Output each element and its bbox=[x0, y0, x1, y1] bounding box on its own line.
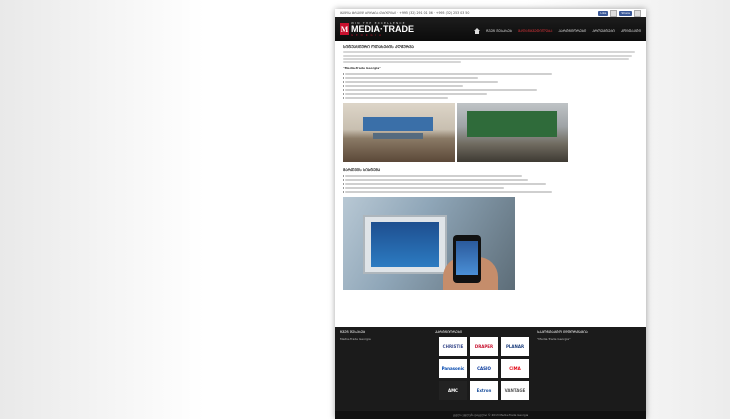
footer-partners: ᲞᲐᲠᲢᲜᲘᲝᲠᲔᲑᲘ CHRISTIE DRAPER PLANAR Panas… bbox=[435, 330, 529, 416]
video-wall-photo bbox=[457, 103, 568, 163]
social-icon[interactable] bbox=[610, 9, 618, 17]
contact-info: ᲛᲔᲓᲘᲐ ᲢᲠᲔᲘᲓ ᲯᲝᲠᲯᲘᲐ ᲗᲑᲘᲚᲘᲡᲘ · +995 (32) 2… bbox=[340, 11, 470, 15]
section-subtitle: ᲛᲐᲠᲗᲕᲘᲡ ᲡᲘᲡᲢᲔᲛᲐ bbox=[343, 167, 381, 173]
partner-logos: CHRISTIE DRAPER PLANAR Panasonic CASIO C… bbox=[439, 337, 529, 400]
brand-logo[interactable]: DRAPER bbox=[470, 337, 498, 356]
social-links: Like Share bbox=[598, 9, 641, 17]
website-page: ᲛᲔᲓᲘᲐ ᲢᲠᲔᲘᲓ ᲯᲝᲠᲯᲘᲐ ᲗᲑᲘᲚᲘᲡᲘ · +995 (32) 2… bbox=[335, 9, 646, 419]
site-logo[interactable]: M WIN THE EXCELLENCE MEDIA·TRADE GEORGIA bbox=[340, 21, 414, 37]
nav-item-contact[interactable]: ᲙᲝᲜᲢᲐᲥᲢᲘ bbox=[621, 29, 641, 34]
brand-logo[interactable]: CASIO bbox=[470, 359, 498, 378]
copyright: ყველა უფლება დაცულია © 2013 Media-Trade … bbox=[335, 411, 646, 419]
nav-item-about[interactable]: ᲩᲕᲔᲜ ᲨᲔᲡᲐᲮᲔᲑ bbox=[486, 29, 512, 34]
brand-logo[interactable]: AMC bbox=[439, 381, 467, 400]
footer-about: ᲩᲕᲔᲜ ᲨᲔᲡᲐᲮᲔᲑ Media-Trade Georgia bbox=[340, 330, 435, 416]
control-room-images bbox=[343, 103, 638, 163]
footer-about-heading: ᲩᲕᲔᲜ ᲨᲔᲡᲐᲮᲔᲑ bbox=[340, 330, 366, 334]
brand-logo[interactable]: Extron bbox=[470, 381, 498, 400]
main-content: ᲡᲘᲢᲣᲐᲪᲘᲣᲠᲘ ᲝᲗᲐᲮᲔᲑᲘᲡ ᲐᲦᲭᲣᲠᲕᲐ "Media-Trade… bbox=[335, 41, 646, 292]
footer-contact-text: "Media-Trade Georgia" bbox=[537, 337, 571, 341]
nav-item-projects[interactable]: ᲞᲠᲝᲔᲥᲢᲔᲑᲘ bbox=[592, 29, 615, 34]
home-icon[interactable] bbox=[474, 28, 481, 34]
control-room-photo bbox=[343, 103, 455, 163]
page-title: ᲡᲘᲢᲣᲐᲪᲘᲣᲠᲘ ᲝᲗᲐᲮᲔᲑᲘᲡ ᲐᲦᲭᲣᲠᲕᲐ bbox=[343, 44, 414, 49]
touch-panel-photo bbox=[343, 197, 515, 291]
brand-logo[interactable]: CIMA bbox=[501, 359, 529, 378]
footer-partners-heading: ᲞᲐᲠᲢᲜᲘᲝᲠᲔᲑᲘ bbox=[435, 330, 463, 334]
site-footer: ᲩᲕᲔᲜ ᲨᲔᲡᲐᲮᲔᲑ Media-Trade Georgia ᲞᲐᲠᲢᲜᲘᲝ… bbox=[335, 327, 646, 419]
control-features-list bbox=[342, 175, 638, 194]
nav-item-solutions[interactable]: ᲒᲐᲓᲐᲬᲧᲕᲔᲢᲘᲚᲔᲑᲐ bbox=[518, 29, 552, 34]
brand-logo[interactable]: CHRISTIE bbox=[439, 337, 467, 356]
intro-paragraph bbox=[343, 51, 638, 64]
share-button[interactable]: Share bbox=[619, 10, 632, 16]
company-highlight: "Media-Trade Georgia" bbox=[343, 66, 381, 71]
social-icon[interactable] bbox=[634, 9, 641, 17]
main-nav: ᲩᲕᲔᲜ ᲨᲔᲡᲐᲮᲔᲑ ᲒᲐᲓᲐᲬᲧᲕᲔᲢᲘᲚᲔᲑᲐ ᲞᲐᲠᲢᲜᲘᲝᲠᲔᲑᲘ … bbox=[474, 28, 641, 34]
feature-list bbox=[342, 73, 638, 100]
brand-logo[interactable]: PLANAR bbox=[501, 337, 529, 356]
footer-contact: ᲡᲐᲙᲝᲜᲢᲐᲥᲢᲝ ᲘᲜᲤᲝᲠᲛᲐᲪᲘᲐ "Media-Trade Georg… bbox=[537, 330, 588, 416]
site-header: M WIN THE EXCELLENCE MEDIA·TRADE GEORGIA… bbox=[335, 17, 646, 41]
footer-contact-heading: ᲡᲐᲙᲝᲜᲢᲐᲥᲢᲝ ᲘᲜᲤᲝᲠᲛᲐᲪᲘᲐ bbox=[537, 330, 588, 334]
brand-logo[interactable]: Panasonic bbox=[439, 359, 467, 378]
facebook-like-button[interactable]: Like bbox=[598, 10, 609, 16]
logo-mark: M bbox=[340, 23, 349, 35]
nav-item-partners[interactable]: ᲞᲐᲠᲢᲜᲘᲝᲠᲔᲑᲘ bbox=[558, 29, 586, 34]
logo-subtitle: GEORGIA bbox=[351, 34, 385, 37]
footer-about-text: Media-Trade Georgia bbox=[340, 337, 371, 341]
logo-name: MEDIA·TRADE bbox=[351, 24, 414, 34]
topbar: ᲛᲔᲓᲘᲐ ᲢᲠᲔᲘᲓ ᲯᲝᲠᲯᲘᲐ ᲗᲑᲘᲚᲘᲡᲘ · +995 (32) 2… bbox=[335, 9, 646, 17]
brand-logo[interactable]: VANTAGE bbox=[501, 381, 529, 400]
